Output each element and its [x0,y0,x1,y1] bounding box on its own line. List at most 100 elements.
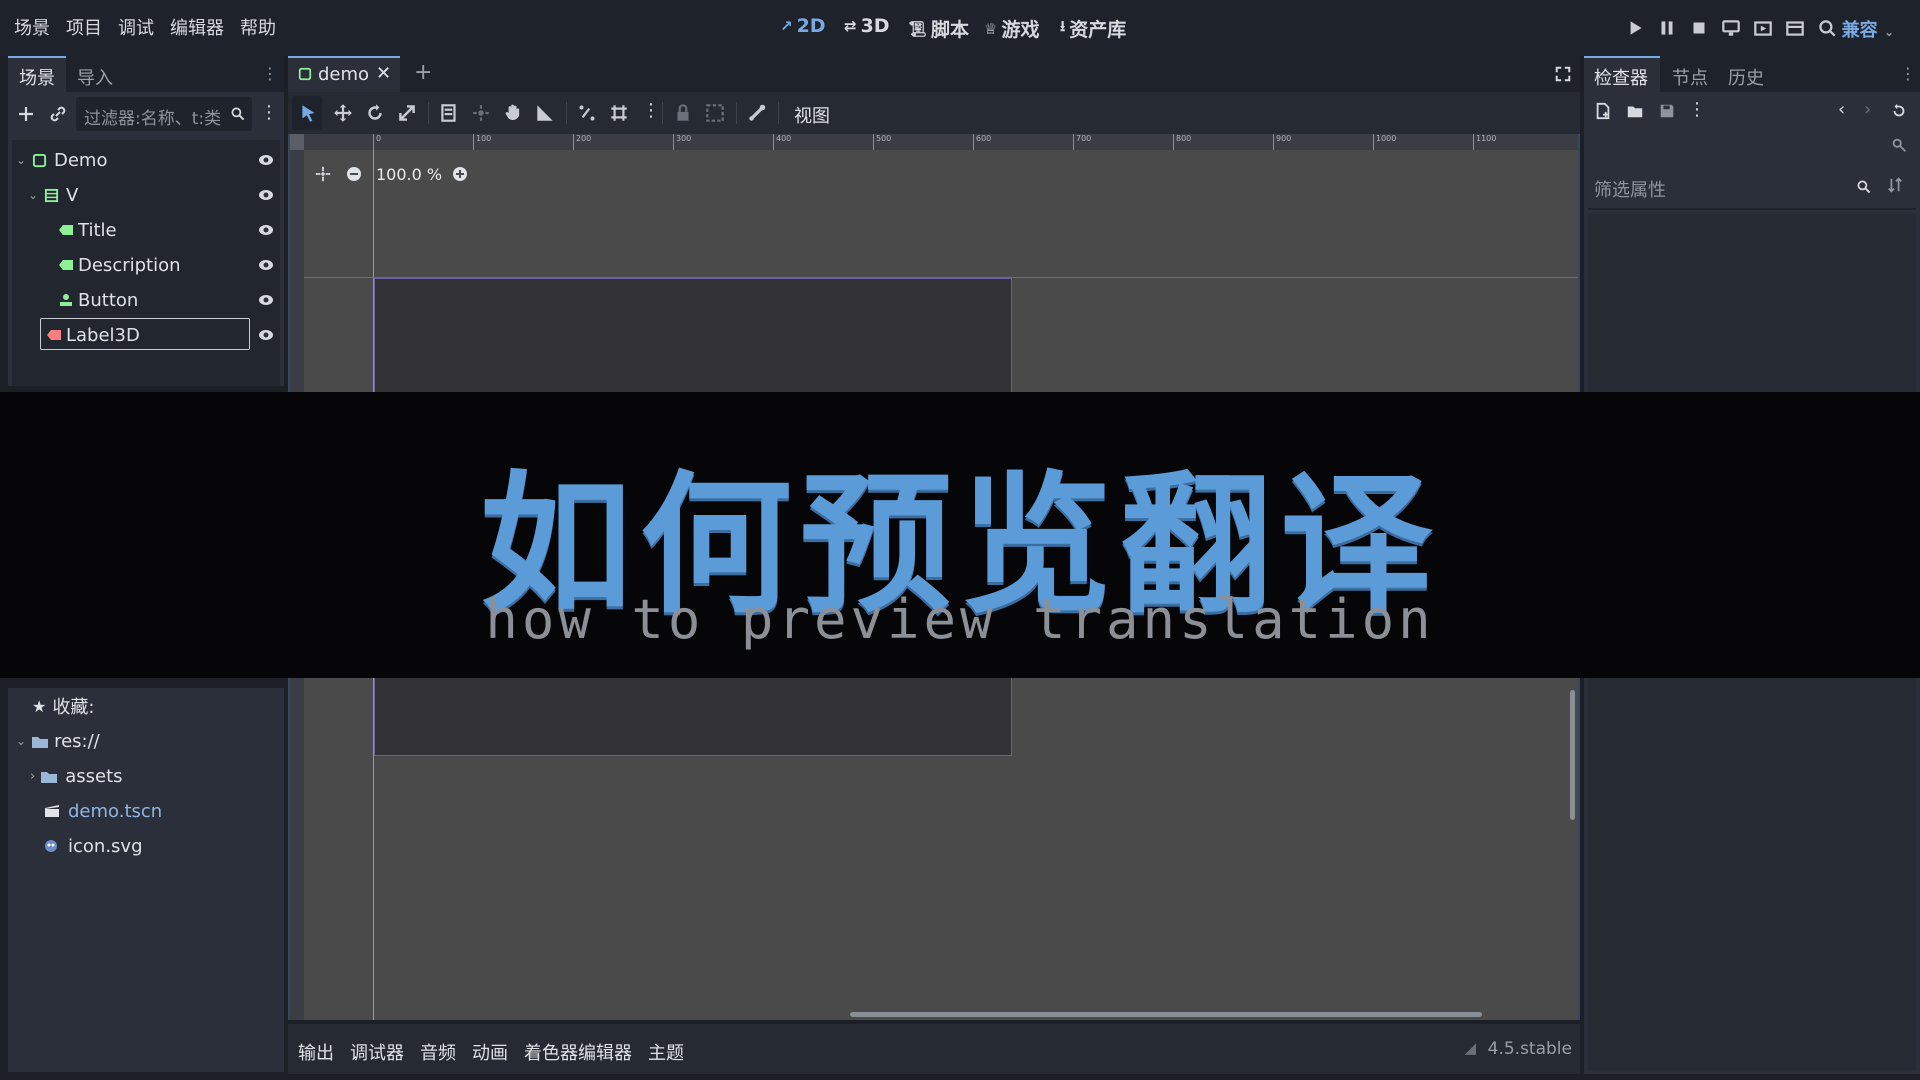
ruler-tick [573,134,574,150]
history-forward-icon[interactable]: › [1864,99,1871,120]
visibility-eye-icon[interactable] [258,222,274,238]
open-folder-icon[interactable] [1626,102,1644,120]
version-label[interactable]: 4.5.stable [1488,1039,1572,1059]
menu-help[interactable]: 帮助 [240,14,276,40]
ruler-tick-label: 700 [1076,134,1092,143]
add-node-icon[interactable] [16,104,36,124]
list-selectable-icon[interactable] [438,102,460,124]
workspace-2d-tab[interactable]: ↗ 2D [780,15,826,37]
tab-audio[interactable]: 音频 [420,1039,456,1065]
script-icon: 📜︎ [908,19,928,38]
tab-shader-editor[interactable]: 着色器编辑器 [524,1039,632,1065]
pan-hand-icon[interactable] [502,102,524,124]
select-arrow-icon[interactable] [298,102,320,124]
tab-import[interactable]: 导入 [77,64,113,90]
pause-icon[interactable] [1656,17,1678,39]
move-mode-icon[interactable] [332,102,354,124]
close-tab-icon[interactable]: ✕ [376,63,391,84]
scene-filter-input[interactable]: 过滤器:名称、t:类 [76,97,252,131]
skeleton-bone-icon[interactable] [746,102,768,124]
collapse-arrow-icon[interactable]: ⌄ [16,153,26,167]
tree-node-demo[interactable]: ⌄ Demo [8,143,284,177]
search-icon [231,107,245,121]
stop-icon[interactable] [1688,17,1710,39]
renderer-selector[interactable]: 兼容 ⌄ [1842,16,1894,42]
zoom-in-icon[interactable] [452,166,468,182]
dock-menu-icon[interactable]: ⋮ [1900,64,1916,83]
favorites-row[interactable]: ★ 收藏: [32,689,94,723]
scale-mode-icon[interactable] [396,102,418,124]
tab-node[interactable]: 节点 [1672,64,1708,90]
res-root-row[interactable]: ⌄ res:// [16,724,100,758]
movie-maker-icon[interactable] [1816,17,1838,39]
distraction-free-icon[interactable] [1554,65,1572,83]
rotate-mode-icon[interactable] [364,102,386,124]
scene-options-icon[interactable]: ⋮ [260,102,278,123]
tree-node-button[interactable]: Button [8,283,284,317]
visibility-eye-icon[interactable] [258,187,274,203]
resource-options-icon[interactable]: ⋮ [1688,99,1706,120]
ruler-mode-icon[interactable] [534,102,556,124]
pivot-mode-icon[interactable] [470,102,492,124]
ruler-corner [290,134,304,150]
menu-debug[interactable]: 调试 [118,14,154,40]
visibility-eye-icon[interactable] [258,292,274,308]
remote-debug-icon[interactable] [1720,17,1742,39]
menu-scene[interactable]: 场景 [14,14,50,40]
group-icon[interactable] [704,102,726,124]
workspace-3d-tab[interactable]: ⇄ 3D [844,15,890,37]
center-view-icon[interactable] [314,165,332,183]
tab-theme[interactable]: 主题 [648,1039,684,1065]
menu-editor[interactable]: 编辑器 [170,14,224,40]
smart-snap-icon[interactable] [576,102,598,124]
property-filter-input[interactable]: 筛选属性 [1588,168,1878,206]
tab-history[interactable]: 历史 [1728,64,1764,90]
collapse-arrow-icon[interactable]: ⌄ [28,188,38,202]
new-resource-icon[interactable] [1594,102,1612,120]
menu-project[interactable]: 项目 [66,14,102,40]
visibility-eye-icon[interactable] [258,152,274,168]
zoom-out-icon[interactable] [346,166,362,182]
history-back-icon[interactable]: ‹ [1838,99,1845,120]
snap-options-icon[interactable]: ⋮ [642,100,660,121]
fs-item-demo-tscn[interactable]: demo.tscn [44,794,162,828]
instance-scene-icon[interactable] [48,104,68,124]
object-properties-icon[interactable] [1890,136,1908,154]
play-custom-scene-icon[interactable] [1784,17,1806,39]
tree-node-label3d[interactable]: Label3D [8,318,284,352]
tab-output[interactable]: 输出 [298,1039,334,1065]
fs-item-assets[interactable]: › assets [30,759,123,793]
vertical-scrollbar[interactable] [1570,690,1575,820]
tree-node-description[interactable]: Description [8,248,284,282]
tab-animation[interactable]: 动画 [472,1039,508,1065]
favorites-label: 收藏: [52,697,95,718]
grid-snap-icon[interactable] [608,102,630,124]
visibility-eye-icon[interactable] [258,327,274,343]
game-icon: ♕ [984,19,998,38]
play-icon[interactable] [1624,17,1646,39]
zoom-level[interactable]: 100.0 % [376,165,442,184]
object-history-icon[interactable] [1890,102,1908,120]
lock-icon[interactable] [672,102,694,124]
expand-arrow-icon[interactable]: › [30,769,35,784]
fs-item-icon-svg[interactable]: icon.svg [44,829,143,863]
tree-node-v[interactable]: ⌄ V [8,178,284,212]
workspace-assetlib-tab[interactable]: ⭳ 资产库 [1060,15,1126,42]
visibility-eye-icon[interactable] [258,257,274,273]
add-scene-tab-icon[interactable]: + [414,60,432,85]
view-menu-button[interactable]: 视图 [794,102,830,128]
control-node-icon [298,67,312,81]
tab-inspector-label[interactable]: 检查器 [1594,64,1648,90]
collapse-arrow-icon[interactable]: ⌄ [16,734,26,748]
workspace-script-tab[interactable]: 📜︎ 脚本 [908,15,969,42]
workspace-game-tab[interactable]: ♕ 游戏 [984,15,1039,42]
tab-debugger[interactable]: 调试器 [350,1039,404,1065]
scene-tab-demo[interactable]: demo ✕ [288,56,400,92]
dock-menu-icon[interactable]: ⋮ [262,64,278,83]
tab-scene-label[interactable]: 场景 [19,64,55,90]
save-icon[interactable] [1658,102,1676,120]
sort-icon[interactable] [1886,176,1904,194]
play-scene-icon[interactable] [1752,17,1774,39]
horizontal-scrollbar[interactable] [850,1012,1482,1017]
tree-node-title[interactable]: Title [8,213,284,247]
